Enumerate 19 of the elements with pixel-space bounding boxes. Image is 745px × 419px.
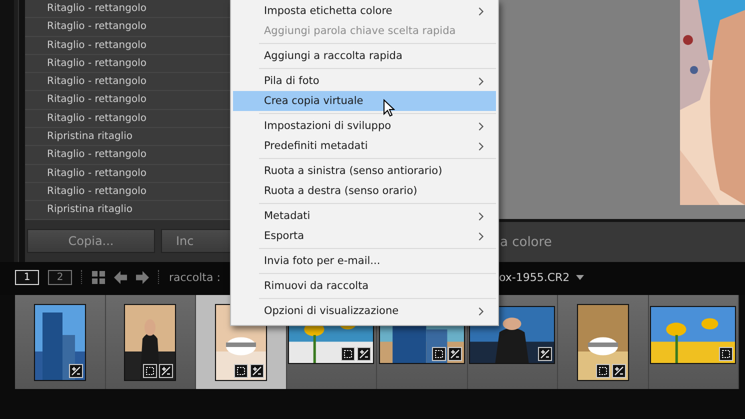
source-label: raccolta : [169, 270, 220, 284]
grid-icon[interactable] [92, 270, 105, 284]
panel-button[interactable]: Copia... [27, 229, 155, 253]
menu-item[interactable]: Invia foto per e-mail... [233, 251, 496, 271]
filmstrip-cell[interactable] [648, 295, 739, 389]
caret-icon[interactable] [576, 274, 584, 280]
view-button[interactable]: 2 [48, 270, 72, 284]
scrollbar[interactable] [14, 0, 19, 262]
filmstrip-cell[interactable] [106, 295, 196, 389]
forward-arrow-icon[interactable] [136, 270, 149, 284]
menu-item[interactable]: Rimuovi da raccolta [233, 276, 496, 296]
view-button[interactable]: 1 [15, 270, 39, 284]
filmstrip-cell[interactable] [558, 295, 648, 389]
back-arrow-icon[interactable] [114, 270, 127, 284]
filmstrip-cell[interactable] [15, 295, 106, 389]
pointer-icon [383, 99, 395, 117]
bottom-bar-text: a colore [500, 234, 552, 250]
filename-label[interactable]: ox-1955.CR2 [499, 270, 570, 284]
menu-item[interactable]: Opzioni di visualizzazione [233, 301, 496, 321]
